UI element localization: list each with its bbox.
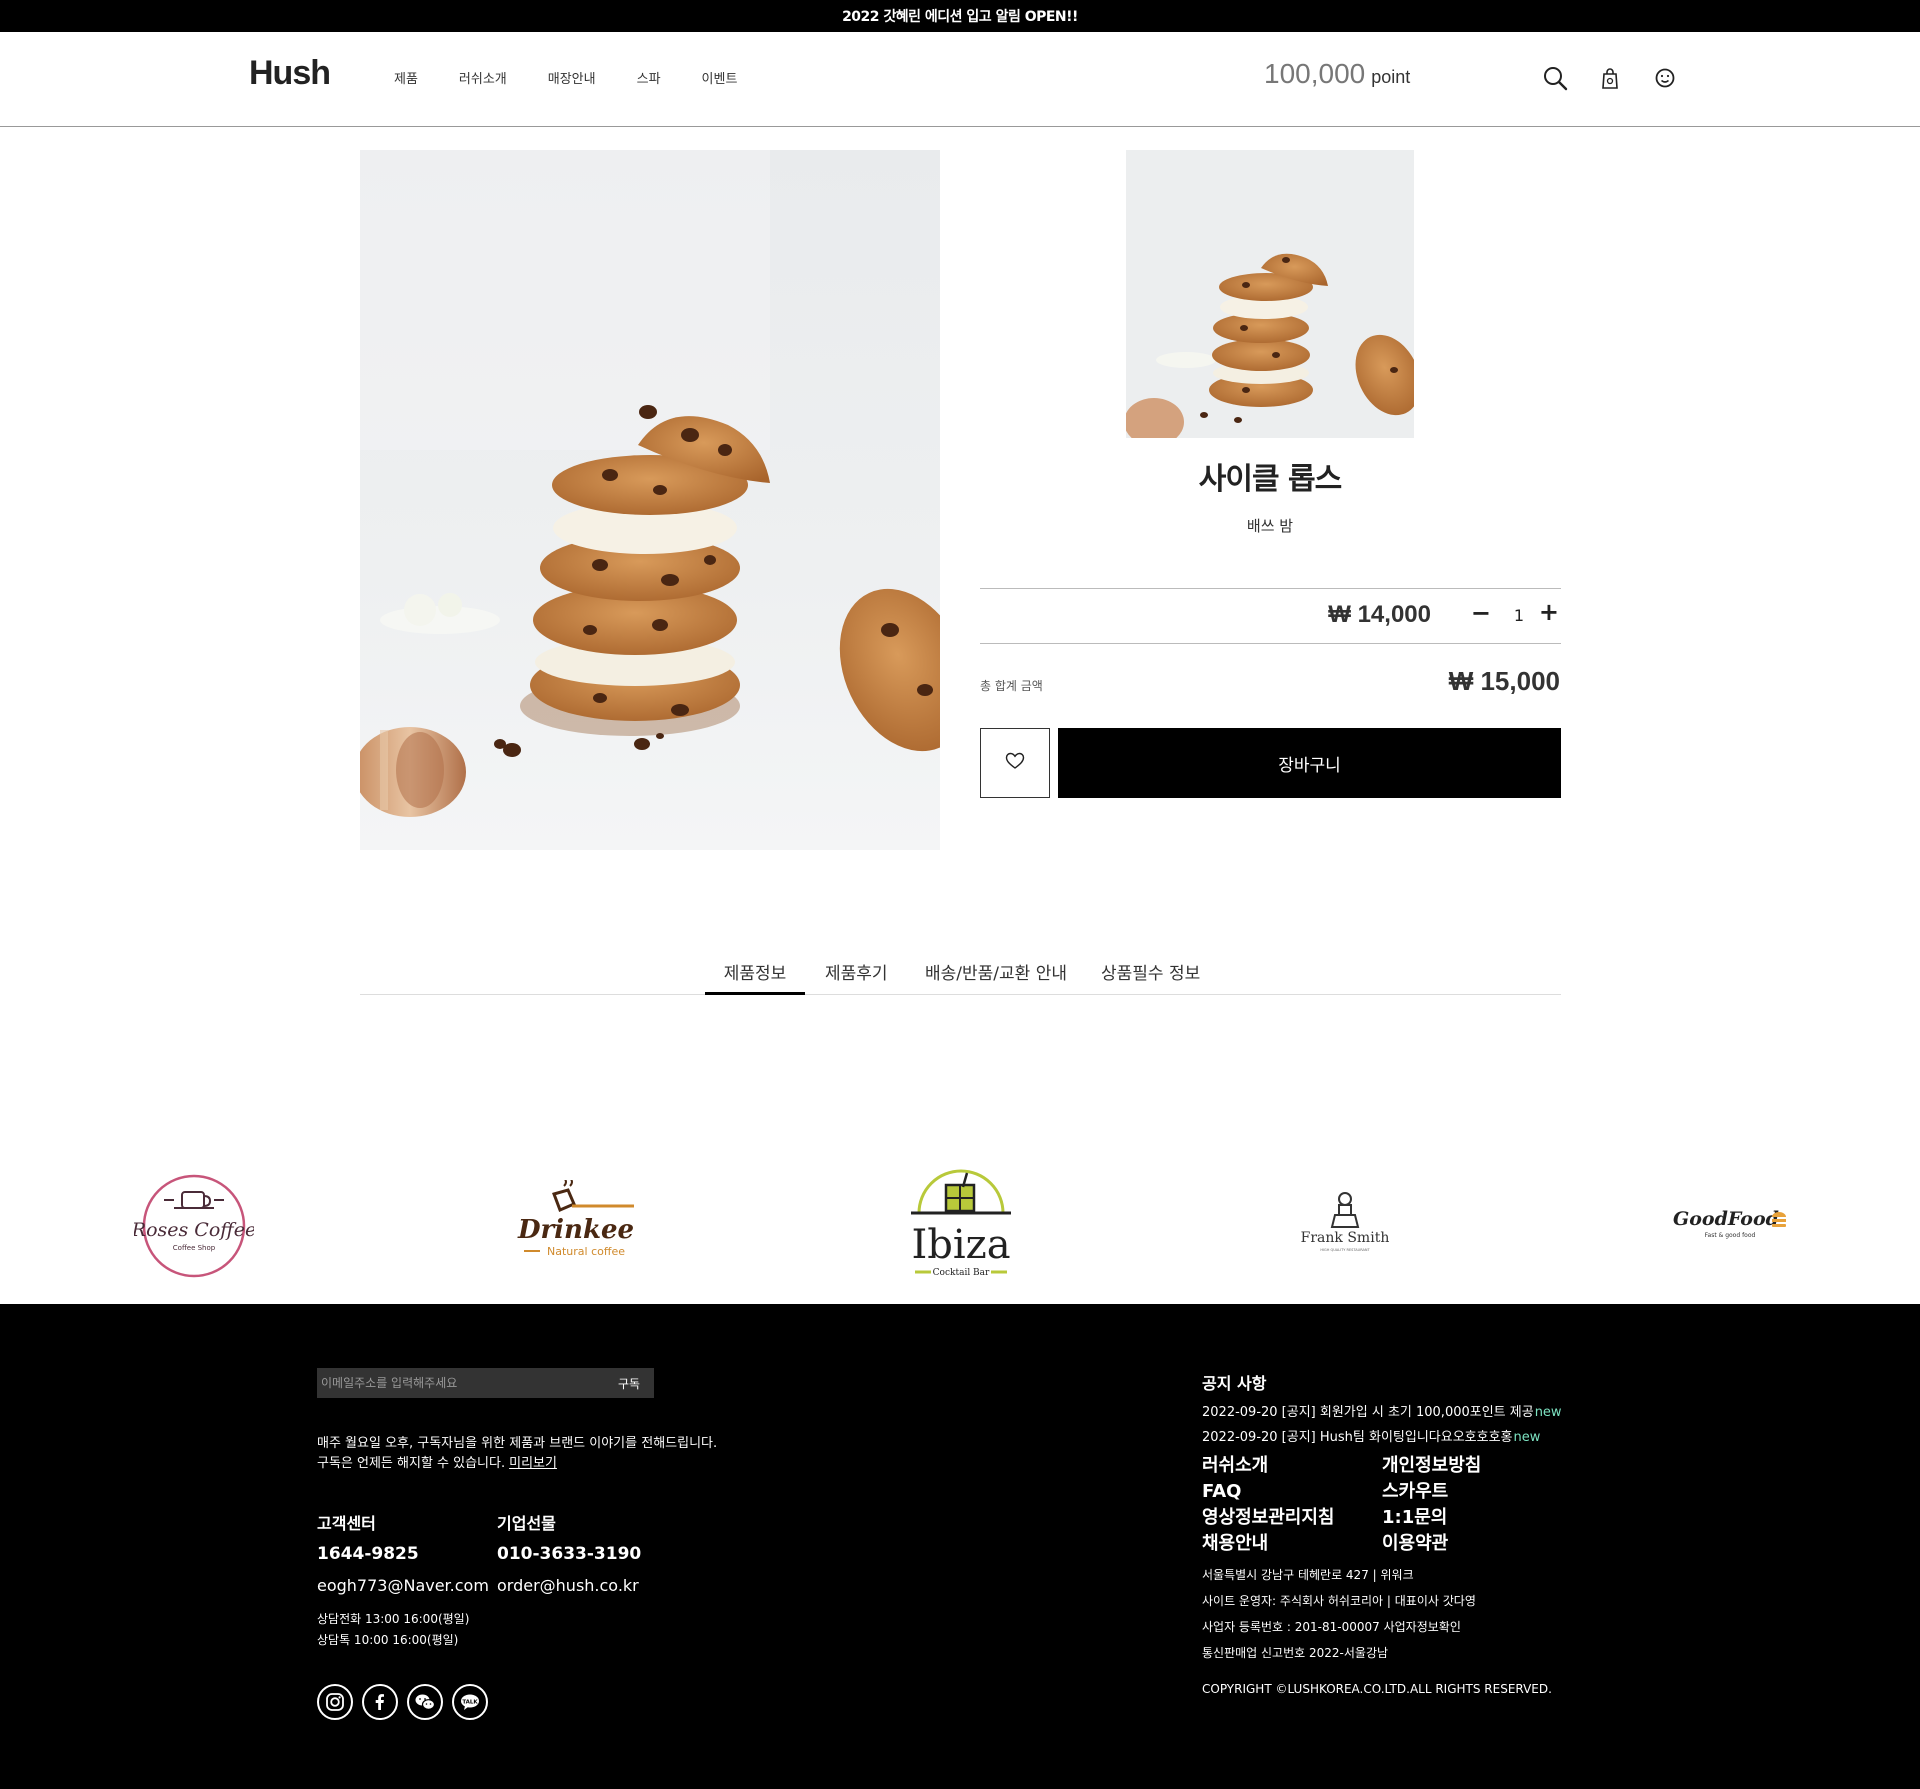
total-label: 총 합계 금액 — [980, 679, 1043, 693]
newsletter-line-2-text: 구독은 언제든 해지할 수 있습니다. — [317, 1456, 506, 1471]
footer-links: 러쉬소개 개인정보방침 FAQ 스카우트 영상정보관리지침 1:1문의 채용안내… — [1202, 1454, 1532, 1556]
notice-item[interactable]: 2022-09-20 [공지] Hush팀 화이팅입니다요오호호호홍new — [1202, 1426, 1540, 1445]
top-banner[interactable]: 2022 갓혜린 에디션 입고 알림 OPEN!! — [0, 0, 1920, 32]
brand-logo-drinkee[interactable]: Drinkee Natural coffee — [503, 1160, 648, 1290]
new-badge: new — [1513, 1430, 1541, 1445]
newsletter-line-1: 매주 월요일 오후, 구독자님을 위한 제품과 브랜드 이야기를 전해드립니다. — [317, 1436, 718, 1451]
company-operator: 사이트 운영자: 주식회사 허쉬코리아 | 대표이사 갓다영 — [1202, 1594, 1476, 1608]
copyright: COPYRIGHT ©LUSHKOREA.CO.LTD.ALL RIGHTS R… — [1202, 1682, 1552, 1696]
company-address: 서울특별시 강남구 테헤란로 427 | 위워크 — [1202, 1568, 1414, 1582]
newsletter-subscribe-button[interactable]: 구독 — [604, 1375, 654, 1392]
brand-frank-sub: HIGH QUALITY RESTAURANT — [1320, 1248, 1370, 1252]
newsletter-line-2: 구독은 언제든 해지할 수 있습니다. 미리보기 — [317, 1454, 717, 1474]
brand-logo-goodfood[interactable]: GoodFood Fast & good food — [1665, 1160, 1795, 1290]
heart-icon — [1005, 752, 1025, 774]
product-title: 사이클 롭스 — [1198, 462, 1342, 497]
shopping-bag-icon[interactable] — [1597, 65, 1623, 91]
smiley-icon[interactable] — [1652, 65, 1678, 91]
customer-center-email[interactable]: eogh773@Naver.com — [317, 1576, 489, 1595]
nav-item-products[interactable]: 제품 — [394, 68, 418, 87]
customer-center-hours-chat: 상담톡 10:00 16:00(평일) — [317, 1633, 459, 1647]
notice-item[interactable]: 2022-09-20 [공지] 회원가입 시 초기 100,000포인트 제공n… — [1202, 1401, 1562, 1420]
footer-link-scout[interactable]: 스카우트 — [1382, 1480, 1532, 1504]
quantity-decrease-button[interactable]: − — [1471, 599, 1491, 627]
facebook-icon[interactable] — [362, 1684, 398, 1720]
nav-item-stores[interactable]: 매장안내 — [548, 68, 596, 87]
brand-logo-frank-smith[interactable]: Frank Smith HIGH QUALITY RESTAURANT — [1285, 1160, 1405, 1290]
wechat-icon[interactable] — [407, 1684, 443, 1720]
instagram-icon[interactable] — [317, 1684, 353, 1720]
tab-reviews[interactable]: 제품후기 — [825, 959, 888, 995]
tab-shipping-returns[interactable]: 배송/반품/교환 안내 — [925, 959, 1067, 995]
nav-item-spa[interactable]: 스파 — [637, 68, 661, 87]
brand-logo-ibiza[interactable]: Ibiza Cocktail Bar — [888, 1160, 1033, 1290]
business-registration: 사업자 등록번호 : 201-81-00007 사업자정보확인 — [1202, 1620, 1461, 1634]
brand-logo-roses-coffee[interactable]: Roses Coffee Coffee Shop — [124, 1160, 264, 1290]
corporate-gifts: 기업선물 010-3633-3190 order@hush.co.kr — [497, 1510, 641, 1609]
search-icon[interactable] — [1542, 65, 1568, 91]
footer-link-careers[interactable]: 채용안내 — [1202, 1532, 1382, 1556]
footer-link-video-policy[interactable]: 영상정보관리지침 — [1202, 1506, 1382, 1530]
notice-item-text: 2022-09-20 [공지] Hush팀 화이팅입니다요오호호호홍 — [1202, 1430, 1513, 1445]
corporate-gifts-phone[interactable]: 010-3633-3190 — [497, 1544, 641, 1564]
newsletter-form: 구독 — [317, 1368, 654, 1398]
corporate-gifts-title: 기업선물 — [497, 1514, 556, 1533]
logo[interactable]: Hush — [249, 54, 331, 93]
user-points: 100,000 point — [1264, 58, 1410, 90]
kakaotalk-icon[interactable]: TALK — [452, 1684, 488, 1720]
points-unit: point — [1371, 67, 1411, 87]
footer-link-about[interactable]: 러쉬소개 — [1202, 1454, 1382, 1478]
add-to-cart-button[interactable]: 장바구니 — [1058, 728, 1561, 798]
newsletter-email-input[interactable] — [317, 1368, 604, 1398]
customer-center: 고객센터 1644-9825 eogh773@Naver.com 상담전화 13… — [317, 1510, 489, 1651]
notice-item-text: 2022-09-20 [공지] 회원가입 시 초기 100,000포인트 제공 — [1202, 1405, 1534, 1420]
nav-item-about[interactable]: 러쉬소개 — [459, 68, 507, 87]
newsletter-preview-link[interactable]: 미리보기 — [509, 1456, 557, 1471]
brand-roses-name: Roses Coffee — [134, 1219, 254, 1241]
product-tabs: 제품정보 제품후기 배송/반품/교환 안내 상품필수 정보 — [360, 955, 1561, 995]
product-category: 배쓰 밤 — [1246, 517, 1294, 535]
brand-ibiza-name: Ibiza — [911, 1222, 1010, 1268]
brand-goodfood-name: GoodFood — [1673, 1208, 1779, 1230]
top-banner-text: 2022 갓혜린 에디션 입고 알림 OPEN!! — [842, 9, 1078, 25]
brand-goodfood-sub: Fast & good food — [1705, 1232, 1756, 1239]
wishlist-button[interactable] — [980, 728, 1050, 798]
price-quantity-row: ₩ 14,000 − 1 + — [980, 588, 1561, 644]
site-footer: 구독 매주 월요일 오후, 구독자님을 위한 제품과 브랜드 이야기를 전해드립… — [0, 1304, 1920, 1789]
social-links: TALK — [317, 1684, 488, 1720]
product-thumbnail[interactable] — [1126, 150, 1414, 438]
quantity-increase-button[interactable]: + — [1539, 598, 1559, 626]
newsletter-description: 매주 월요일 오후, 구독자님을 위한 제품과 브랜드 이야기를 전해드립니다.… — [317, 1434, 717, 1474]
customer-center-phone[interactable]: 1644-9825 — [317, 1544, 489, 1564]
brand-frank-name: Frank Smith — [1301, 1230, 1390, 1246]
corporate-gifts-email[interactable]: order@hush.co.kr — [497, 1576, 641, 1595]
footer-link-inquiry[interactable]: 1:1문의 — [1382, 1506, 1532, 1530]
tab-required-info[interactable]: 상품필수 정보 — [1101, 959, 1200, 995]
new-badge: new — [1534, 1405, 1562, 1420]
brand-drinkee-sub: Natural coffee — [547, 1245, 625, 1258]
footer-link-privacy[interactable]: 개인정보방침 — [1382, 1454, 1532, 1478]
total-price: ₩ 15,000 — [1448, 666, 1560, 696]
site-header: Hush 제품 러쉬소개 매장안내 스파 이벤트 100,000 point — [0, 32, 1920, 127]
tab-product-info[interactable]: 제품정보 — [705, 959, 805, 995]
notice-title: 공지 사항 — [1202, 1374, 1267, 1393]
brand-drinkee-name: Drinkee — [516, 1215, 633, 1245]
points-value: 100,000 — [1264, 58, 1366, 89]
customer-center-title: 고객센터 — [317, 1514, 376, 1533]
footer-link-faq[interactable]: FAQ — [1202, 1480, 1382, 1504]
brand-ibiza-sub: Cocktail Bar — [932, 1268, 989, 1278]
product-main-image — [360, 150, 940, 850]
quantity-value: 1 — [1513, 606, 1524, 625]
svg-text:TALK: TALK — [462, 1700, 478, 1706]
product-price: ₩ 14,000 — [1328, 601, 1431, 628]
customer-center-hours-phone: 상담전화 13:00 16:00(평일) — [317, 1612, 470, 1626]
main-nav: 제품 러쉬소개 매장안내 스파 이벤트 — [394, 68, 778, 87]
mail-order-registration: 통신판매업 신고번호 2022-서울강남 — [1202, 1646, 1389, 1660]
footer-link-terms[interactable]: 이용약관 — [1382, 1532, 1532, 1556]
brand-roses-sub: Coffee Shop — [173, 1244, 216, 1252]
nav-item-events[interactable]: 이벤트 — [702, 68, 738, 87]
